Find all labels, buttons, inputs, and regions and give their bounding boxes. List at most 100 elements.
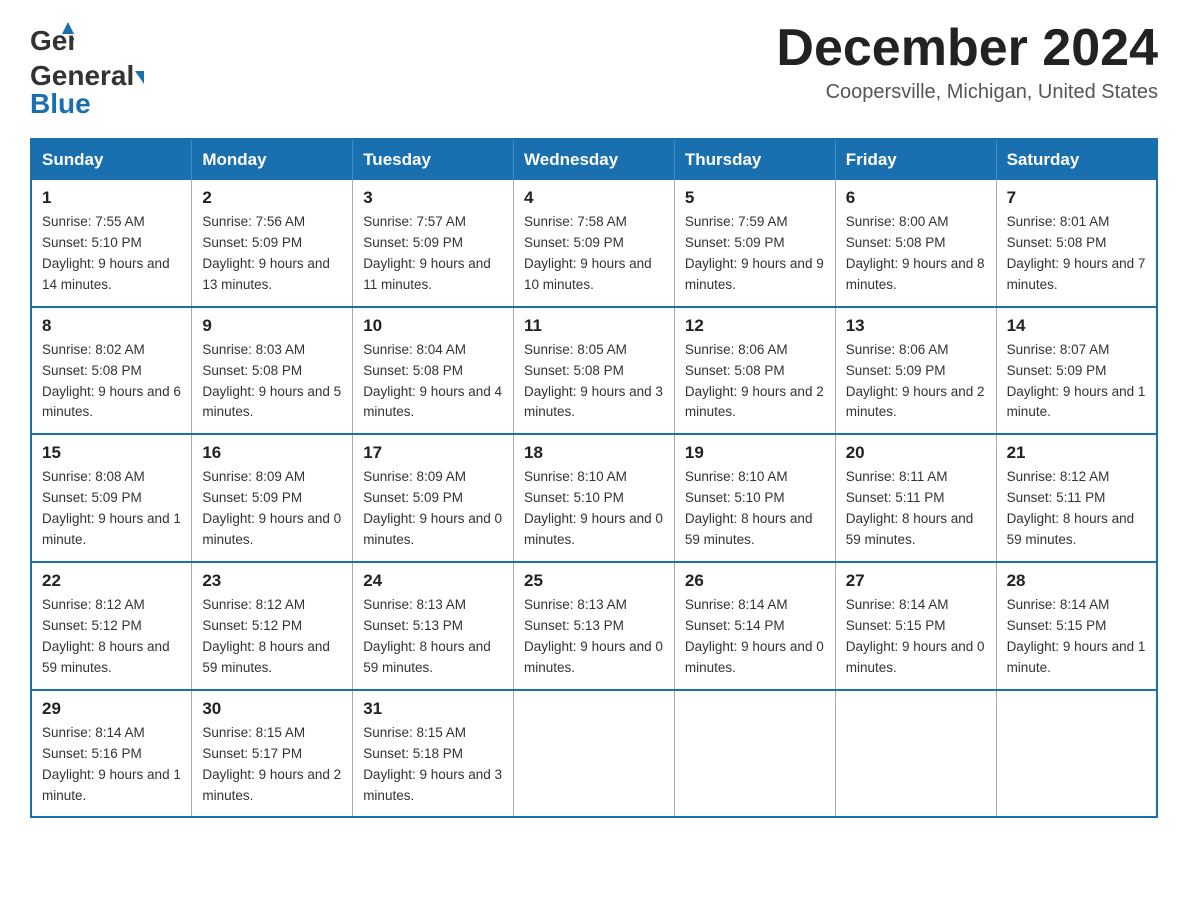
- calendar-cell: 6 Sunrise: 8:00 AMSunset: 5:08 PMDaylight…: [835, 180, 996, 307]
- day-number: 26: [685, 571, 825, 591]
- calendar-cell: 19Sunrise: 8:10 AMSunset: 5:10 PMDayligh…: [674, 434, 835, 562]
- calendar-cell: 23 Sunrise: 8:12 AMSunset: 5:12 PMDayligh…: [192, 562, 353, 690]
- day-info: Sunrise: 7:58 AMSunset: 5:09 PMDaylight:…: [524, 212, 664, 296]
- day-number: 24: [363, 571, 503, 591]
- day-number: 12: [685, 316, 825, 336]
- calendar-cell: 10 Sunrise: 8:04 AMSunset: 5:08 PMDayligh…: [353, 307, 514, 435]
- calendar-week-row: 22Sunrise: 8:12 AMSunset: 5:12 PMDayligh…: [31, 562, 1157, 690]
- calendar-cell: 14 Sunrise: 8:07 AMSunset: 5:09 PMDayligh…: [996, 307, 1157, 435]
- day-info: Sunrise: 8:13 AMSunset: 5:13 PMDaylight:…: [524, 595, 664, 679]
- calendar-cell: 25 Sunrise: 8:13 AMSunset: 5:13 PMDayligh…: [514, 562, 675, 690]
- calendar-week-row: 15Sunrise: 8:08 AMSunset: 5:09 PMDayligh…: [31, 434, 1157, 562]
- day-info: Sunrise: 8:00 AMSunset: 5:08 PMDaylight:…: [846, 212, 986, 296]
- day-info: Sunrise: 8:09 AMSunset: 5:09 PMDaylight:…: [202, 467, 342, 551]
- day-info: Sunrise: 7:59 AMSunset: 5:09 PMDaylight:…: [685, 212, 825, 296]
- calendar-cell: 1 Sunrise: 7:55 AMSunset: 5:10 PMDaylight…: [31, 180, 192, 307]
- calendar-cell: 21 Sunrise: 8:12 AMSunset: 5:11 PMDayligh…: [996, 434, 1157, 562]
- day-info: Sunrise: 8:08 AMSunset: 5:09 PMDaylight:…: [42, 467, 181, 551]
- day-number: 14: [1007, 316, 1146, 336]
- day-number: 16: [202, 443, 342, 463]
- day-info: Sunrise: 8:12 AMSunset: 5:12 PMDaylight:…: [42, 595, 181, 679]
- day-number: 11: [524, 316, 664, 336]
- weekday-header-saturday: Saturday: [996, 139, 1157, 180]
- day-info: Sunrise: 8:14 AMSunset: 5:16 PMDaylight:…: [42, 723, 181, 807]
- day-info: Sunrise: 8:04 AMSunset: 5:08 PMDaylight:…: [363, 340, 503, 424]
- calendar-cell: 26 Sunrise: 8:14 AMSunset: 5:14 PMDayligh…: [674, 562, 835, 690]
- weekday-header-thursday: Thursday: [674, 139, 835, 180]
- calendar-cell: 7Sunrise: 8:01 AMSunset: 5:08 PMDaylight…: [996, 180, 1157, 307]
- day-info: Sunrise: 8:14 AMSunset: 5:14 PMDaylight:…: [685, 595, 825, 679]
- day-number: 1: [42, 188, 181, 208]
- logo-general: General: [30, 60, 134, 91]
- calendar-cell: 27 Sunrise: 8:14 AMSunset: 5:15 PMDayligh…: [835, 562, 996, 690]
- calendar-cell: 3Sunrise: 7:57 AMSunset: 5:09 PMDaylight…: [353, 180, 514, 307]
- day-info: Sunrise: 8:12 AMSunset: 5:12 PMDaylight:…: [202, 595, 342, 679]
- calendar-cell: 4 Sunrise: 7:58 AMSunset: 5:09 PMDaylight…: [514, 180, 675, 307]
- calendar-cell: 15Sunrise: 8:08 AMSunset: 5:09 PMDayligh…: [31, 434, 192, 562]
- weekday-header-sunday: Sunday: [31, 139, 192, 180]
- day-number: 2: [202, 188, 342, 208]
- day-number: 20: [846, 443, 986, 463]
- day-info: Sunrise: 7:56 AMSunset: 5:09 PMDaylight:…: [202, 212, 342, 296]
- calendar-cell: 31 Sunrise: 8:15 AMSunset: 5:18 PMDayligh…: [353, 690, 514, 818]
- calendar-cell: 18 Sunrise: 8:10 AMSunset: 5:10 PMDayligh…: [514, 434, 675, 562]
- day-number: 30: [202, 699, 342, 719]
- logo: General General Blue: [30, 20, 146, 120]
- calendar-cell: 13 Sunrise: 8:06 AMSunset: 5:09 PMDayligh…: [835, 307, 996, 435]
- day-number: 4: [524, 188, 664, 208]
- day-info: Sunrise: 7:55 AMSunset: 5:10 PMDaylight:…: [42, 212, 181, 296]
- calendar-cell: 20 Sunrise: 8:11 AMSunset: 5:11 PMDayligh…: [835, 434, 996, 562]
- title-section: December 2024 Coopersville, Michigan, Un…: [776, 20, 1158, 104]
- day-number: 10: [363, 316, 503, 336]
- month-title: December 2024: [776, 20, 1158, 77]
- calendar-cell: [835, 690, 996, 818]
- day-info: Sunrise: 8:13 AMSunset: 5:13 PMDaylight:…: [363, 595, 503, 679]
- day-info: Sunrise: 8:05 AMSunset: 5:08 PMDaylight:…: [524, 340, 664, 424]
- day-number: 23: [202, 571, 342, 591]
- weekday-header-monday: Monday: [192, 139, 353, 180]
- day-info: Sunrise: 8:01 AMSunset: 5:08 PMDaylight:…: [1007, 212, 1146, 296]
- day-info: Sunrise: 8:06 AMSunset: 5:09 PMDaylight:…: [846, 340, 986, 424]
- day-info: Sunrise: 8:10 AMSunset: 5:10 PMDaylight:…: [685, 467, 825, 551]
- day-number: 13: [846, 316, 986, 336]
- calendar-cell: 5 Sunrise: 7:59 AMSunset: 5:09 PMDaylight…: [674, 180, 835, 307]
- calendar-cell: 30 Sunrise: 8:15 AMSunset: 5:17 PMDayligh…: [192, 690, 353, 818]
- day-number: 21: [1007, 443, 1146, 463]
- weekday-header-row: SundayMondayTuesdayWednesdayThursdayFrid…: [31, 139, 1157, 180]
- location: Coopersville, Michigan, United States: [776, 81, 1158, 104]
- calendar-week-row: 1 Sunrise: 7:55 AMSunset: 5:10 PMDaylight…: [31, 180, 1157, 307]
- calendar-week-row: 8Sunrise: 8:02 AMSunset: 5:08 PMDaylight…: [31, 307, 1157, 435]
- calendar-cell: [996, 690, 1157, 818]
- calendar-cell: 12 Sunrise: 8:06 AMSunset: 5:08 PMDayligh…: [674, 307, 835, 435]
- calendar-table: SundayMondayTuesdayWednesdayThursdayFrid…: [30, 138, 1158, 818]
- calendar-cell: 28 Sunrise: 8:14 AMSunset: 5:15 PMDayligh…: [996, 562, 1157, 690]
- day-info: Sunrise: 8:10 AMSunset: 5:10 PMDaylight:…: [524, 467, 664, 551]
- day-info: Sunrise: 8:14 AMSunset: 5:15 PMDaylight:…: [1007, 595, 1146, 679]
- page-header: General General Blue December 2024 Coope…: [30, 20, 1158, 120]
- calendar-week-row: 29Sunrise: 8:14 AMSunset: 5:16 PMDayligh…: [31, 690, 1157, 818]
- day-info: Sunrise: 8:09 AMSunset: 5:09 PMDaylight:…: [363, 467, 503, 551]
- day-info: Sunrise: 8:02 AMSunset: 5:08 PMDaylight:…: [42, 340, 181, 424]
- day-info: Sunrise: 8:15 AMSunset: 5:18 PMDaylight:…: [363, 723, 503, 807]
- day-number: 31: [363, 699, 503, 719]
- calendar-cell: 29Sunrise: 8:14 AMSunset: 5:16 PMDayligh…: [31, 690, 192, 818]
- calendar-cell: 22Sunrise: 8:12 AMSunset: 5:12 PMDayligh…: [31, 562, 192, 690]
- calendar-cell: [514, 690, 675, 818]
- day-number: 25: [524, 571, 664, 591]
- calendar-cell: 17Sunrise: 8:09 AMSunset: 5:09 PMDayligh…: [353, 434, 514, 562]
- weekday-header-friday: Friday: [835, 139, 996, 180]
- day-info: Sunrise: 8:11 AMSunset: 5:11 PMDaylight:…: [846, 467, 986, 551]
- day-number: 18: [524, 443, 664, 463]
- day-number: 9: [202, 316, 342, 336]
- day-number: 6: [846, 188, 986, 208]
- day-number: 28: [1007, 571, 1146, 591]
- day-info: Sunrise: 8:14 AMSunset: 5:15 PMDaylight:…: [846, 595, 986, 679]
- day-info: Sunrise: 8:07 AMSunset: 5:09 PMDaylight:…: [1007, 340, 1146, 424]
- day-number: 27: [846, 571, 986, 591]
- day-info: Sunrise: 8:06 AMSunset: 5:08 PMDaylight:…: [685, 340, 825, 424]
- day-info: Sunrise: 8:12 AMSunset: 5:11 PMDaylight:…: [1007, 467, 1146, 551]
- calendar-cell: 11 Sunrise: 8:05 AMSunset: 5:08 PMDayligh…: [514, 307, 675, 435]
- day-number: 5: [685, 188, 825, 208]
- calendar-cell: 9Sunrise: 8:03 AMSunset: 5:08 PMDaylight…: [192, 307, 353, 435]
- day-info: Sunrise: 8:15 AMSunset: 5:17 PMDaylight:…: [202, 723, 342, 807]
